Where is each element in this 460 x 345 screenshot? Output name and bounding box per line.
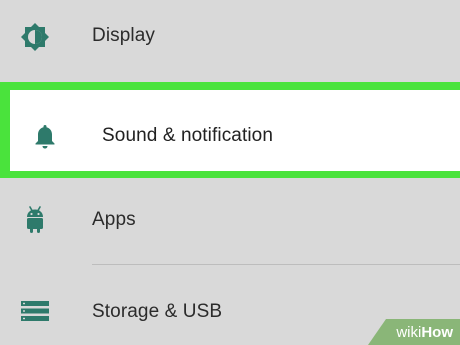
brightness-icon bbox=[20, 22, 50, 52]
settings-list: Display Sound & notification Apps Storag… bbox=[0, 0, 460, 345]
settings-item-label: Apps bbox=[92, 209, 136, 230]
android-icon bbox=[20, 205, 50, 235]
watermark-suffix: How bbox=[421, 323, 453, 341]
settings-item-apps[interactable]: Apps bbox=[0, 180, 460, 264]
watermark-prefix: wiki bbox=[396, 323, 422, 341]
settings-item-label: Sound & notification bbox=[102, 125, 274, 146]
storage-icon bbox=[20, 296, 50, 326]
highlight-panel: Sound & notification bbox=[10, 90, 460, 171]
settings-item-sound-notification[interactable]: Sound & notification bbox=[0, 82, 460, 178]
bell-icon bbox=[30, 122, 60, 152]
settings-item-label: Storage & USB bbox=[92, 301, 223, 322]
settings-item-label: Display bbox=[92, 25, 155, 46]
settings-item-display[interactable]: Display bbox=[0, 0, 460, 76]
